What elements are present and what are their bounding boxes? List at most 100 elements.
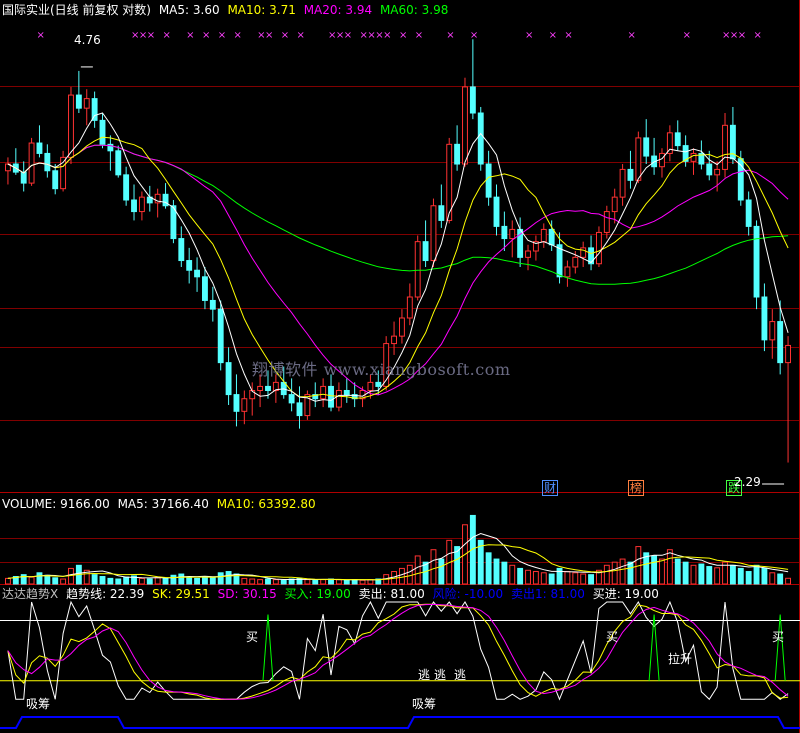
watermark-text: 翔博软件 www.xiangbosoft.com bbox=[252, 360, 511, 379]
volume-bar-up bbox=[532, 571, 539, 585]
volume-bar-up bbox=[335, 579, 342, 585]
candle-up bbox=[257, 385, 264, 391]
volume-bar-down bbox=[351, 579, 358, 585]
sd-label: SD: 30.15 bbox=[217, 587, 277, 601]
candle-down bbox=[91, 98, 98, 121]
candle-down bbox=[115, 150, 122, 176]
volume-bar-down bbox=[517, 567, 524, 585]
volume-bar-down bbox=[753, 564, 760, 585]
volume-bar-up bbox=[785, 577, 792, 585]
candle-up bbox=[68, 94, 74, 158]
candle-down bbox=[469, 86, 476, 114]
event-tag-finance[interactable]: 财 bbox=[542, 480, 559, 496]
volume-bar-down bbox=[217, 572, 224, 585]
candle-down bbox=[123, 174, 130, 201]
volume-bar-up bbox=[4, 577, 11, 585]
candle-up bbox=[564, 266, 571, 278]
candle-down bbox=[454, 143, 461, 165]
buy-signal-3: 买 bbox=[772, 630, 785, 644]
volume-bar-down bbox=[194, 577, 201, 585]
high-price-label: 4.76 bbox=[74, 33, 101, 47]
candle-up bbox=[722, 124, 728, 170]
sk-label: SK: 29.51 bbox=[152, 587, 210, 601]
volume-bar-down bbox=[674, 558, 681, 585]
candle-down bbox=[501, 225, 508, 240]
buy-signal-1: 买 bbox=[246, 630, 259, 644]
candle-up bbox=[367, 381, 374, 391]
signal-marker: × bbox=[564, 30, 572, 41]
candle-up bbox=[619, 168, 626, 198]
candle-down bbox=[99, 119, 106, 145]
candle-up bbox=[611, 196, 618, 213]
signal-marker: × bbox=[470, 30, 478, 41]
volume-bar-up bbox=[769, 572, 776, 585]
volume-bar-down bbox=[107, 577, 114, 585]
absorb-band bbox=[0, 716, 800, 729]
volume-bar-up bbox=[154, 577, 161, 585]
volume-bar-up bbox=[714, 567, 721, 585]
candle-up bbox=[659, 152, 665, 168]
volume-bar-down bbox=[627, 561, 634, 585]
candle-down bbox=[674, 132, 681, 147]
signal-marker: × bbox=[415, 30, 423, 41]
volume-bar-down bbox=[99, 576, 106, 585]
event-tag-list[interactable]: 榜 bbox=[628, 480, 645, 496]
trend-line bbox=[7, 600, 789, 701]
candle-down bbox=[343, 389, 350, 396]
volume-bar-down bbox=[115, 578, 122, 585]
candle-up bbox=[690, 152, 697, 162]
ma5-label: MA5: 3.60 bbox=[158, 3, 220, 17]
buy-spike bbox=[262, 614, 274, 681]
candle-up bbox=[241, 398, 248, 412]
signal-marker: × bbox=[525, 30, 533, 41]
candle-up bbox=[335, 389, 342, 408]
candle-up bbox=[603, 211, 610, 233]
volume-bar-up bbox=[272, 579, 279, 585]
candle-down bbox=[288, 394, 295, 404]
volume-bar-down bbox=[44, 574, 51, 585]
volume-bar-down bbox=[36, 572, 43, 585]
candle-down bbox=[44, 152, 51, 172]
signal-marker: × bbox=[147, 30, 155, 41]
volume-bar-down bbox=[485, 552, 492, 585]
volume-bar-up bbox=[525, 569, 531, 585]
candle-down bbox=[225, 362, 232, 396]
candle-up bbox=[509, 228, 516, 240]
volume-bar-down bbox=[698, 563, 705, 585]
volume-bar-down bbox=[651, 555, 658, 585]
candle-down bbox=[493, 196, 500, 227]
volume-bar-down bbox=[588, 574, 595, 585]
volume-bar-up bbox=[572, 572, 579, 585]
absorb-signal-2: 吸筹 bbox=[412, 697, 437, 711]
volume-bar-down bbox=[186, 576, 193, 585]
signal-marker: × bbox=[265, 30, 273, 41]
candle-up bbox=[430, 205, 437, 262]
ma10-label: MA10: 3.71 bbox=[227, 3, 296, 17]
buy-signal-2: 买 bbox=[606, 630, 619, 644]
volume-bar-up bbox=[580, 573, 587, 585]
volume-bar-down bbox=[682, 561, 689, 585]
signal-marker: × bbox=[549, 30, 557, 41]
candle-up bbox=[462, 86, 468, 165]
trend-label: 趋势线: 22.39 bbox=[66, 587, 145, 601]
signal-marker: × bbox=[163, 30, 171, 41]
candle-up bbox=[138, 196, 145, 213]
candle-up bbox=[414, 241, 421, 298]
candle-up bbox=[666, 132, 673, 154]
candle-down bbox=[643, 137, 650, 157]
candle-up bbox=[572, 256, 579, 268]
signal-marker: × bbox=[399, 30, 407, 41]
candle-up bbox=[320, 385, 327, 400]
volume-bar-down bbox=[343, 579, 350, 585]
volume-ma10-label: MA10: 63392.80 bbox=[216, 497, 316, 511]
candle-down bbox=[548, 228, 555, 246]
volume-bar-up bbox=[619, 558, 626, 585]
volume-bar-down bbox=[123, 576, 130, 585]
buyin-label: 买进: 19.00 bbox=[592, 587, 659, 601]
candle-down bbox=[706, 163, 713, 176]
risk-label: 风险: -10.00 bbox=[432, 587, 504, 601]
signal-marker: × bbox=[446, 30, 454, 41]
volume-header: VOLUME: 9166.00 MA5: 37166.40 MA10: 6339… bbox=[2, 497, 320, 511]
ma60-label: MA60: 3.98 bbox=[379, 3, 449, 17]
volume-bar-up bbox=[60, 578, 67, 585]
